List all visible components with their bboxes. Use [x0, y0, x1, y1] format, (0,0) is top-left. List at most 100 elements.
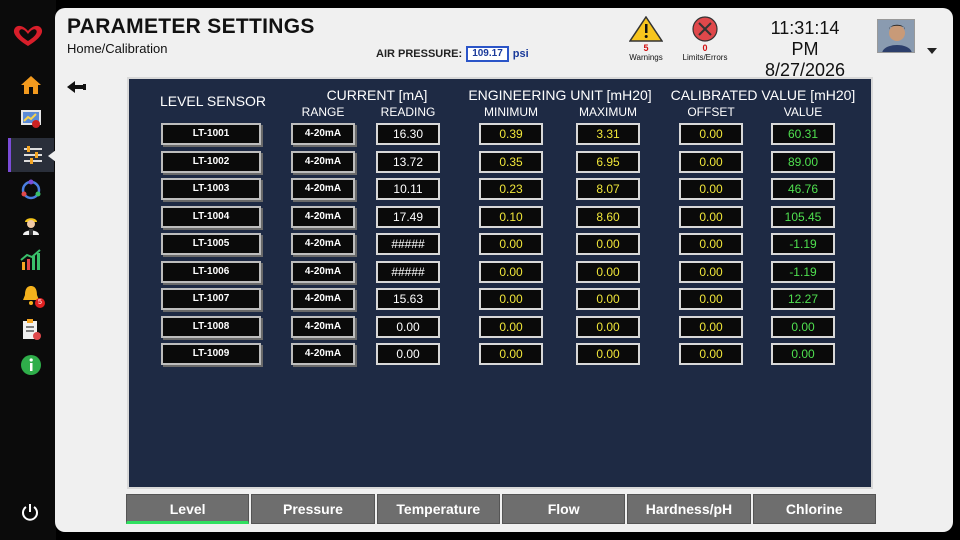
- reading-value: #####: [376, 233, 440, 255]
- nav-cycle[interactable]: [8, 173, 54, 207]
- sensor-tag[interactable]: LT-1006: [161, 260, 261, 283]
- errors-label: Limits/Errors: [682, 53, 728, 62]
- calibrated-value: -1.19: [771, 233, 835, 255]
- breadcrumb[interactable]: Home/Calibration: [67, 41, 167, 56]
- tab-temperature[interactable]: Temperature: [376, 494, 500, 524]
- range-field[interactable]: 4-20mA: [291, 123, 355, 145]
- monitor-chart-icon: [21, 110, 41, 128]
- range-field[interactable]: 4-20mA: [291, 315, 355, 338]
- range-field[interactable]: 4-20mA: [291, 205, 355, 228]
- nav-reports[interactable]: [8, 313, 54, 347]
- header-calibrated-value: CALIBRATED VALUE [mH20]: [670, 87, 856, 103]
- back-arrow-icon[interactable]: [67, 80, 87, 94]
- sidebar: 5: [0, 0, 56, 540]
- offset-input[interactable]: 0.00: [679, 343, 743, 365]
- user-menu-chevron-down-icon[interactable]: [927, 48, 937, 54]
- offset-input[interactable]: 0.00: [679, 233, 743, 255]
- sensor-tag[interactable]: LT-1004: [161, 205, 261, 228]
- errors-indicator[interactable]: 0 Limits/Errors: [678, 16, 732, 62]
- maximum-input[interactable]: 0.00: [576, 343, 640, 365]
- range-field[interactable]: 4-20mA: [291, 178, 355, 200]
- brand-logo: [13, 25, 43, 46]
- minimum-input[interactable]: 0.00: [479, 260, 543, 283]
- calibrated-value: 12.27: [771, 288, 835, 310]
- nav-trends[interactable]: [8, 243, 54, 277]
- offset-input[interactable]: 0.00: [679, 288, 743, 310]
- range-field[interactable]: 4-20mA: [291, 233, 355, 255]
- sensor-tag[interactable]: LT-1001: [161, 123, 261, 145]
- minimum-input[interactable]: 0.00: [479, 233, 543, 255]
- warnings-indicator[interactable]: 5 Warnings: [619, 15, 673, 62]
- tab-flow[interactable]: Flow: [501, 494, 626, 524]
- maximum-input[interactable]: 6.95: [576, 150, 640, 173]
- sensor-tag[interactable]: LT-1009: [161, 343, 261, 365]
- report-icon: [23, 319, 41, 340]
- tab-hardness-ph[interactable]: Hardness/pH: [627, 494, 751, 524]
- calibrated-value: -1.19: [771, 260, 835, 283]
- category-tabs: Level Pressure Temperature Flow Hardness/pH C…: [126, 494, 876, 524]
- sensor-tag[interactable]: LT-1003: [161, 178, 261, 200]
- sensor-tag[interactable]: LT-1002: [161, 150, 261, 173]
- header-range: RANGE: [301, 105, 345, 119]
- power-icon[interactable]: [20, 502, 40, 522]
- offset-input[interactable]: 0.00: [679, 260, 743, 283]
- maximum-input[interactable]: 8.07: [576, 178, 640, 200]
- offset-input[interactable]: 0.00: [679, 123, 743, 145]
- header-value: VALUE: [783, 105, 823, 119]
- sensor-tag[interactable]: LT-1007: [161, 288, 261, 310]
- home-icon: [21, 76, 41, 94]
- header-level-sensor: LEVEL SENSOR: [159, 93, 267, 109]
- calibrated-value: 105.45: [771, 205, 835, 228]
- calibrated-value: 0.00: [771, 315, 835, 338]
- nav-operator[interactable]: [8, 208, 54, 242]
- reading-value: #####: [376, 260, 440, 283]
- sliders-icon: [23, 146, 42, 164]
- minimum-input[interactable]: 0.35: [479, 150, 543, 173]
- header-engineering-unit: ENGINEERING UNIT [mH20]: [468, 87, 652, 103]
- nav-notifications[interactable]: 5: [8, 278, 54, 312]
- range-field[interactable]: 4-20mA: [291, 288, 355, 310]
- maximum-input[interactable]: 3.31: [576, 123, 640, 145]
- maximum-input[interactable]: 0.00: [576, 260, 640, 283]
- tab-chlorine[interactable]: Chlorine: [752, 494, 876, 524]
- trend-chart-icon: [20, 249, 41, 270]
- minimum-input[interactable]: 0.00: [479, 288, 543, 310]
- minimum-input[interactable]: 0.00: [479, 343, 543, 365]
- maximum-input[interactable]: 0.00: [576, 315, 640, 338]
- minimum-input[interactable]: 0.10: [479, 205, 543, 228]
- header-maximum: MAXIMUM: [579, 105, 637, 119]
- minimum-input[interactable]: 0.00: [479, 315, 543, 338]
- offset-input[interactable]: 0.00: [679, 150, 743, 173]
- errors-count: 0: [702, 43, 708, 53]
- air-pressure-label: AIR PRESSURE:: [376, 48, 463, 60]
- calibrated-value: 0.00: [771, 343, 835, 365]
- offset-input[interactable]: 0.00: [679, 178, 743, 200]
- nav-info[interactable]: [8, 348, 54, 382]
- nav-monitor[interactable]: [8, 102, 54, 136]
- avatar[interactable]: [877, 19, 915, 53]
- maximum-input[interactable]: 0.00: [576, 233, 640, 255]
- nav-home[interactable]: [8, 68, 54, 102]
- reading-value: 16.30: [376, 123, 440, 145]
- header-current: CURRENT [mA]: [326, 87, 428, 103]
- reading-value: 0.00: [376, 343, 440, 365]
- sensor-tag[interactable]: LT-1008: [161, 315, 261, 338]
- offset-input[interactable]: 0.00: [679, 205, 743, 228]
- tab-pressure[interactable]: Pressure: [251, 494, 375, 524]
- range-field[interactable]: 4-20mA: [291, 260, 355, 283]
- minimum-input[interactable]: 0.23: [479, 178, 543, 200]
- reading-value: 10.11: [376, 178, 440, 200]
- sensor-tag[interactable]: LT-1005: [161, 233, 261, 255]
- range-field[interactable]: 4-20mA: [291, 343, 355, 365]
- offset-input[interactable]: 0.00: [679, 315, 743, 338]
- minimum-input[interactable]: 0.39: [479, 123, 543, 145]
- calibrated-value: 89.00: [771, 150, 835, 173]
- tab-level[interactable]: Level: [126, 494, 250, 524]
- maximum-input[interactable]: 8.60: [576, 205, 640, 228]
- warning-icon: [628, 15, 664, 42]
- info-icon: [21, 355, 41, 375]
- air-pressure: AIR PRESSURE: 109.17 psi: [376, 46, 529, 62]
- maximum-input[interactable]: 0.00: [576, 288, 640, 310]
- main-panel: PARAMETER SETTINGS Home/Calibration AIR …: [55, 8, 953, 532]
- range-field[interactable]: 4-20mA: [291, 150, 355, 173]
